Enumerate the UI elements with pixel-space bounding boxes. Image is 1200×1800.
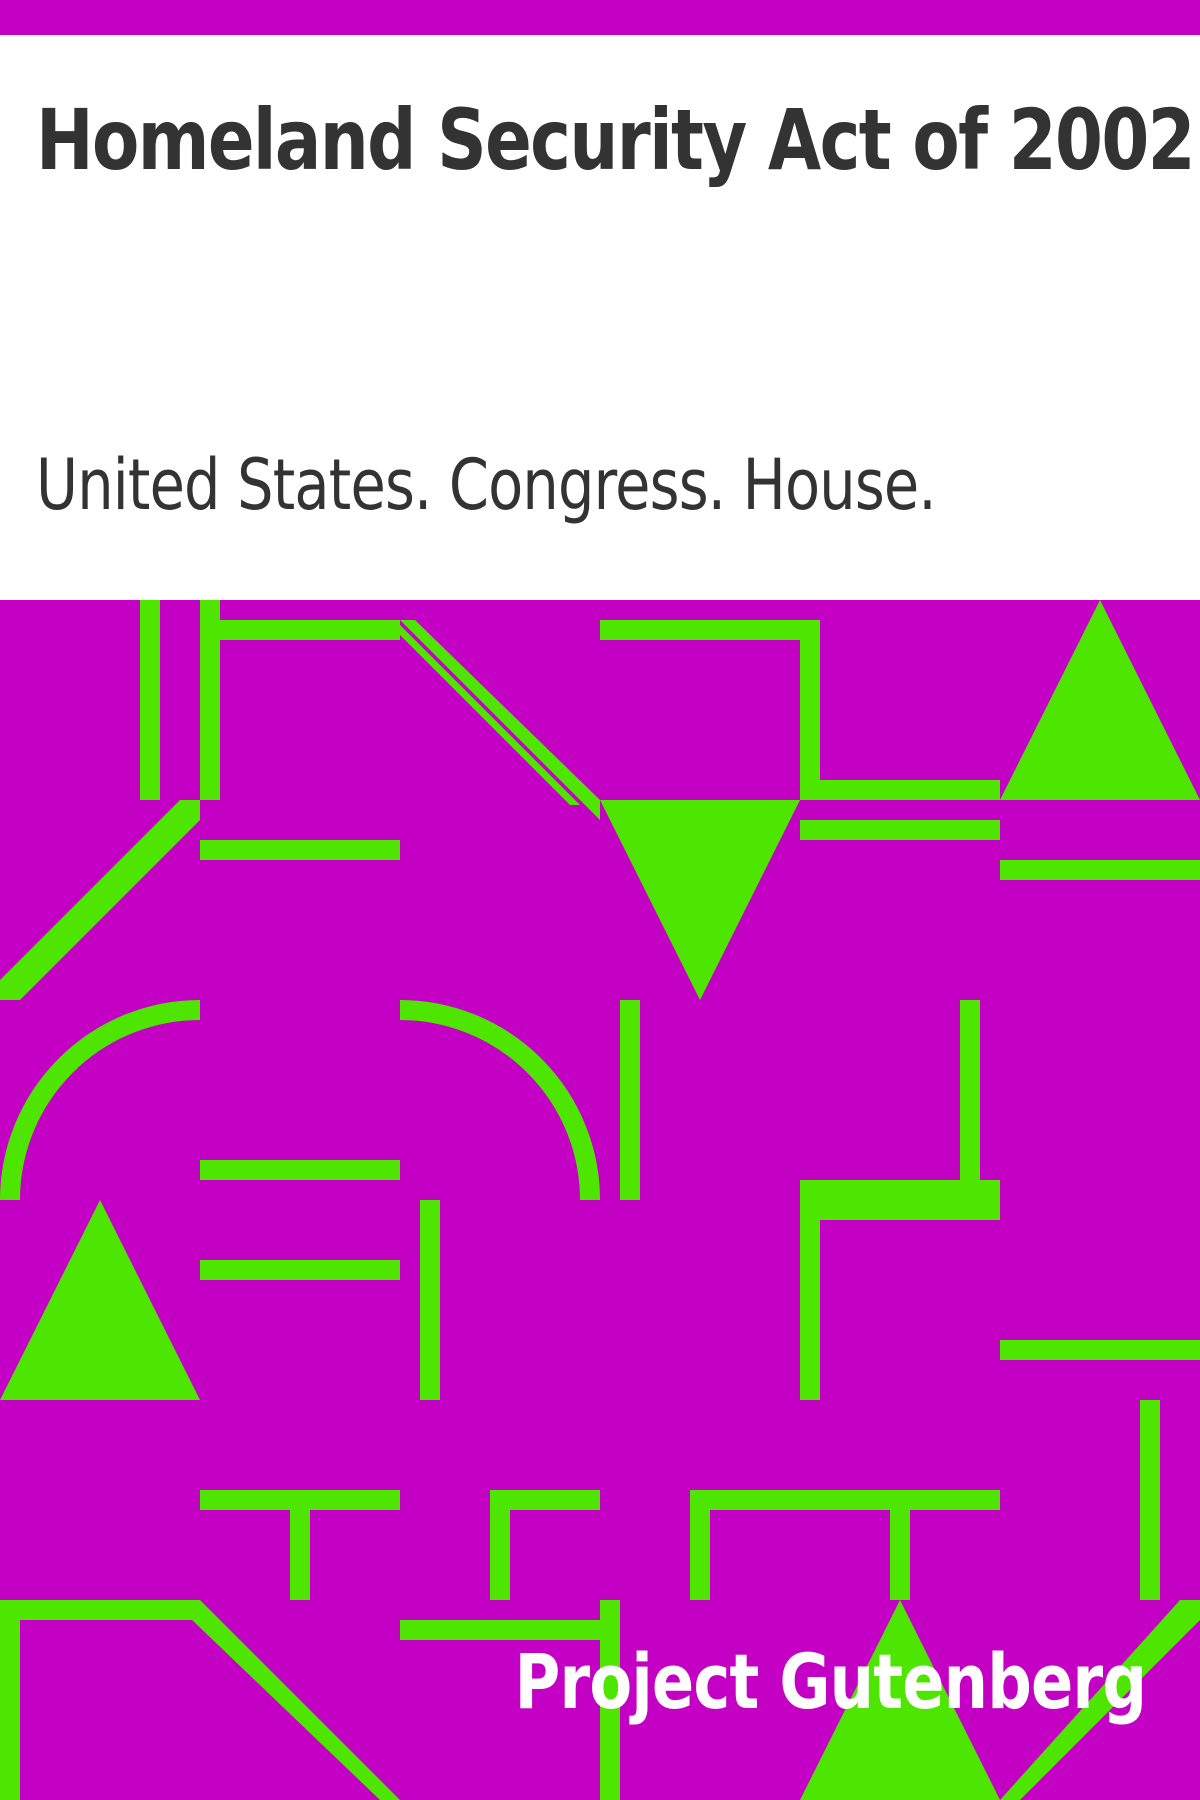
- pattern-bar: [620, 1000, 640, 1200]
- pattern-bar: [140, 600, 160, 800]
- book-title: Homeland Security Act of 2002: [36, 91, 1196, 189]
- pattern-bar: [800, 1200, 1000, 1220]
- pattern-bar: [200, 840, 400, 860]
- pattern-bar: [690, 1490, 710, 1600]
- pattern-bar: [800, 1180, 1000, 1200]
- pattern-bar: [960, 1000, 980, 1200]
- pattern-bar: [690, 1490, 1000, 1510]
- book-author: United States. Congress. House.: [36, 444, 937, 526]
- pattern-bar: [1140, 1400, 1160, 1600]
- publisher-name: Project Gutenberg: [514, 1637, 1146, 1726]
- pattern-bar: [600, 620, 800, 640]
- top-color-band: [0, 0, 1200, 35]
- pattern-bar: [290, 1490, 310, 1600]
- pattern-bar: [200, 620, 400, 640]
- pattern-bar: [200, 1260, 400, 1280]
- pattern-bar: [800, 780, 1000, 800]
- pattern-bar: [490, 1490, 510, 1600]
- pattern-bar: [200, 1160, 400, 1180]
- pattern-bar: [800, 820, 1000, 840]
- pattern-bar: [1000, 1340, 1200, 1360]
- pattern-bar: [890, 1490, 910, 1600]
- cover-pattern: [0, 600, 1200, 1800]
- pattern-bar: [800, 620, 820, 800]
- pattern-bar: [800, 1200, 820, 1400]
- pattern-bar: [420, 1200, 440, 1400]
- pattern-bar: [1000, 860, 1200, 880]
